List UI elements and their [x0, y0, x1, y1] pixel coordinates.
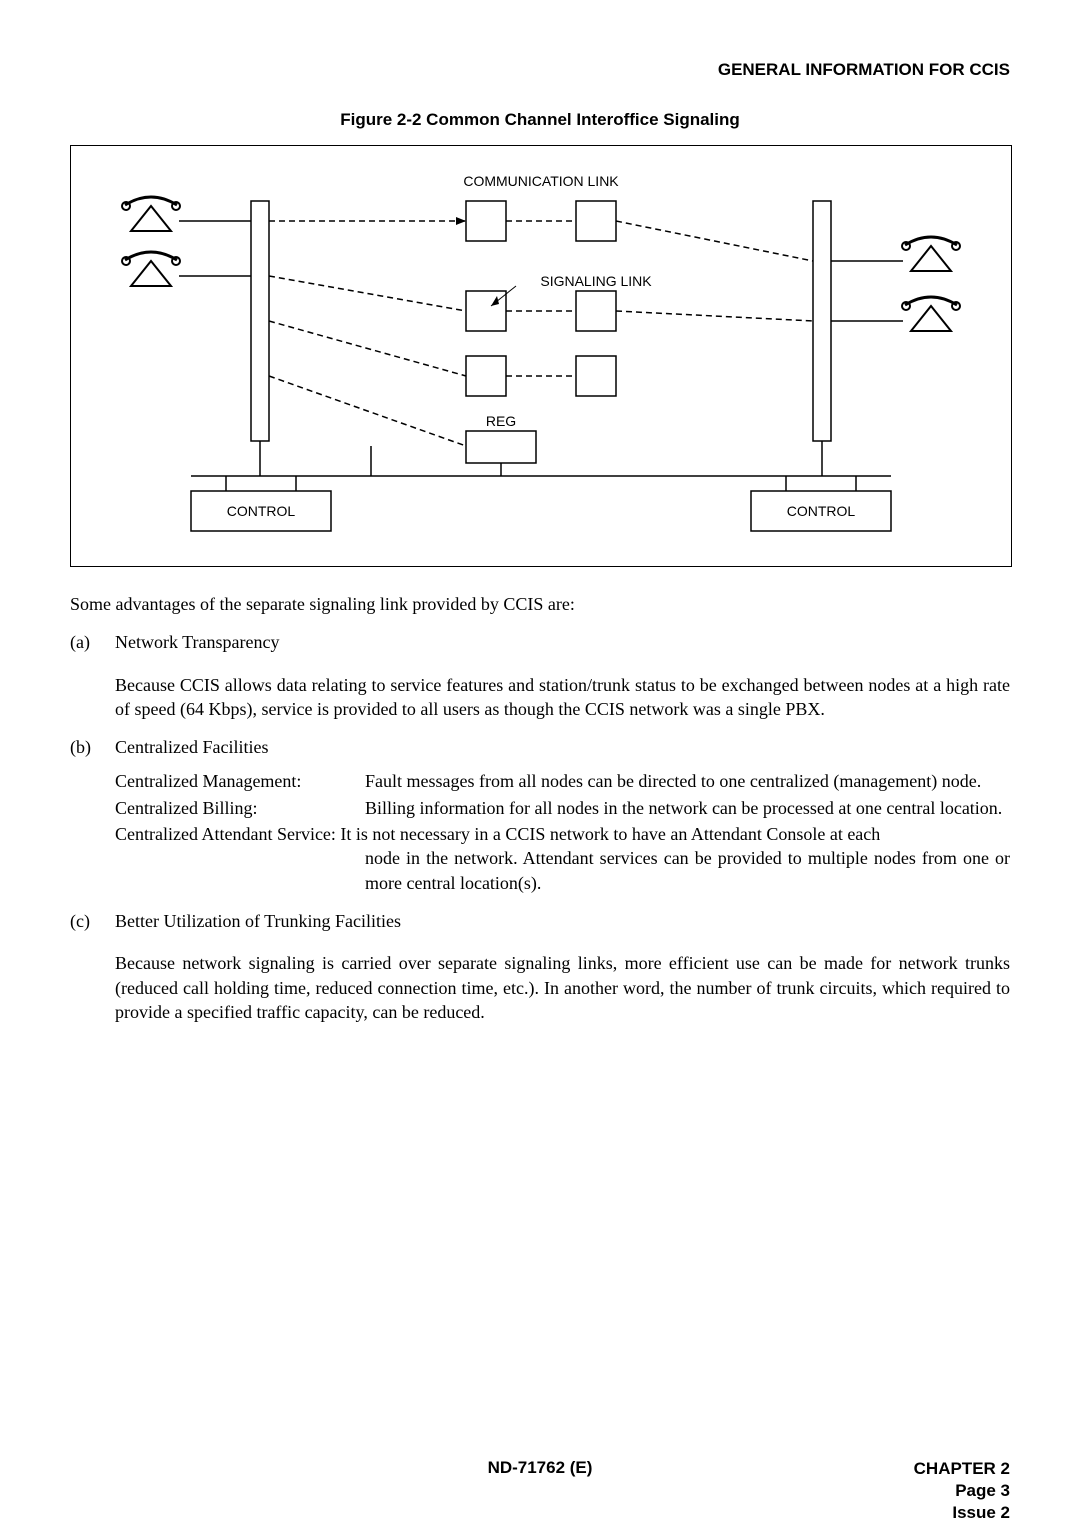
reg-box: [466, 431, 536, 463]
item-para-a: Because CCIS allows data relating to ser…: [115, 673, 1010, 722]
sig-link-label: SIGNALING LINK: [540, 273, 652, 289]
footer-chapter: CHAPTER 2: [914, 1458, 1010, 1480]
phone-icon: [902, 237, 960, 271]
node-box: [466, 201, 506, 241]
control-left-label: CONTROL: [227, 503, 296, 519]
node-box: [466, 356, 506, 396]
item-title-a: Network Transparency: [115, 630, 1010, 654]
intro-text: Some advantages of the separate signalin…: [70, 592, 1010, 616]
def-term-cb: Centralized Billing:: [115, 796, 365, 820]
mux-box: [813, 201, 831, 441]
item-para-c: Because network signaling is carried ove…: [115, 951, 1010, 1024]
control-right-label: CONTROL: [787, 503, 856, 519]
item-marker-a: (a): [70, 630, 115, 654]
header-section-title: GENERAL INFORMATION FOR CCIS: [70, 60, 1010, 80]
node-box: [576, 291, 616, 331]
phone-icon: [122, 197, 180, 231]
def-term-cm: Centralized Management:: [115, 769, 365, 793]
item-marker-b: (b): [70, 735, 115, 759]
reg-label: REG: [486, 413, 516, 429]
signaling-diagram-svg: COMMUNICATION LINK SIGNALING LINK: [71, 146, 1011, 566]
phone-icon: [122, 252, 180, 286]
comm-link-label: COMMUNICATION LINK: [463, 173, 619, 189]
mux-box: [251, 201, 269, 441]
footer-doc-id: ND-71762 (E): [70, 1458, 1010, 1478]
def-desc-cm: Fault messages from all nodes can be dir…: [365, 769, 1010, 793]
item-title-b: Centralized Facilities: [115, 735, 1010, 759]
item-title-c: Better Utilization of Trunking Facilitie…: [115, 909, 1010, 933]
node-box: [466, 291, 506, 331]
footer-page: Page 3: [914, 1480, 1010, 1502]
def-cas-line2: node in the network. Attendant services …: [365, 846, 1010, 895]
def-cas-line1: Centralized Attendant Service: It is not…: [115, 822, 1010, 846]
figure-diagram: COMMUNICATION LINK SIGNALING LINK: [70, 145, 1012, 567]
figure-caption: Figure 2-2 Common Channel Interoffice Si…: [70, 110, 1010, 130]
page-footer: ND-71762 (E) CHAPTER 2 Page 3 Issue 2: [70, 1458, 1010, 1478]
item-marker-c: (c): [70, 909, 115, 933]
node-box: [576, 356, 616, 396]
node-box: [576, 201, 616, 241]
phone-icon: [902, 297, 960, 331]
footer-issue: Issue 2: [914, 1502, 1010, 1524]
def-desc-cb: Billing information for all nodes in the…: [365, 796, 1010, 820]
